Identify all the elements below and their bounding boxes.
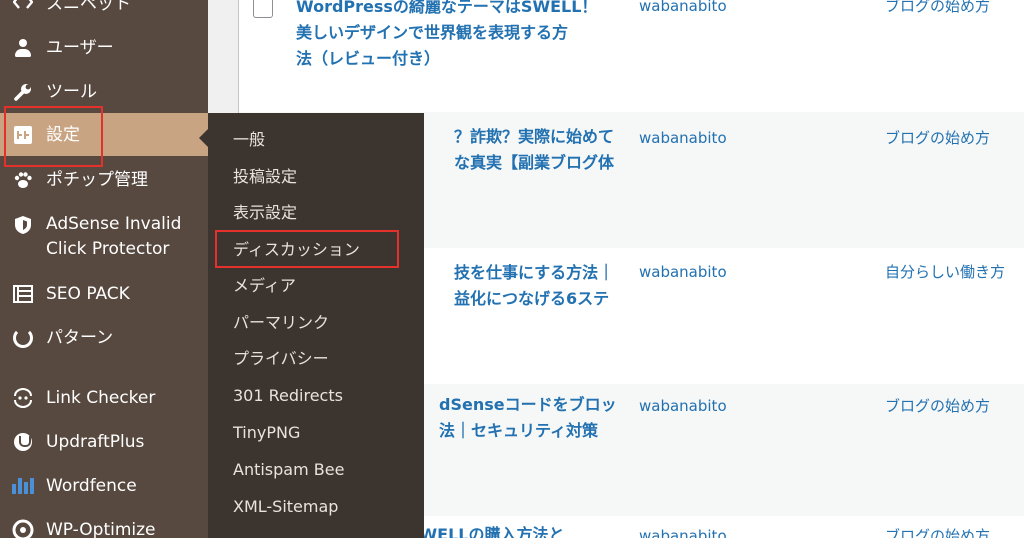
list-icon	[12, 283, 34, 305]
post-author-link[interactable]: wabanabito	[639, 524, 727, 538]
post-title-link[interactable]: dSenseコードをブロッ 法｜セキュリティ対策	[439, 392, 644, 444]
submenu-item-tinypng[interactable]: TinyPNG	[233, 422, 300, 444]
submenu-item-permalinks[interactable]: パーマリンク	[233, 312, 329, 334]
sidebar-item-wp-optimize[interactable]: WP-Optimize	[0, 514, 208, 538]
submenu-item-writing[interactable]: 投稿設定	[233, 166, 297, 188]
submenu-item-privacy[interactable]: プライバシー	[233, 348, 329, 370]
sidebar-item-label: ツール	[46, 82, 97, 102]
paw-icon	[12, 169, 34, 191]
sidebar-item-pochipp[interactable]: ポチップ管理	[0, 164, 208, 196]
sidebar-item-updraftplus[interactable]: UpdraftPlus	[0, 426, 208, 458]
updraftplus-icon	[12, 431, 34, 453]
sidebar-item-label: ユーザー	[46, 38, 114, 58]
sidebar-item-tools[interactable]: ツール	[0, 76, 208, 108]
sidebar-item-adsense-invalid-click-protector[interactable]: AdSense Invalid Click Protector	[0, 208, 208, 264]
sidebar-item-label: SEO PACK	[46, 284, 130, 304]
sidebar-item-label: UpdraftPlus	[46, 432, 145, 452]
post-author-link[interactable]: wabanabito	[639, 126, 727, 150]
row-checkbox[interactable]	[253, 0, 273, 18]
settings-submenu: 一般 投稿設定 表示設定 ディスカッション メディア パーマリンク プライバシー…	[208, 113, 424, 538]
post-author-link[interactable]: wabanabito	[639, 0, 727, 18]
post-category-link[interactable]: ブログの始め方	[885, 126, 990, 150]
post-title-link[interactable]: 技を仕事にする方法｜ 益化につなげる6ステ	[454, 260, 644, 312]
sidebar-item-label: WP-Optimize	[46, 520, 156, 538]
settings-icon	[12, 124, 34, 146]
admin-sidebar: スニペット ユーザー ツール 設定 ポチップ管理 AdSense Invalid…	[0, 0, 209, 538]
sidebar-item-label: 設定	[46, 125, 80, 145]
sidebar-item-label: AdSense Invalid Click Protector	[46, 214, 182, 259]
post-category-link[interactable]: ブログの始め方	[885, 524, 990, 538]
post-category-link[interactable]: ブログの始め方	[885, 0, 990, 18]
submenu-item-reading[interactable]: 表示設定	[233, 202, 297, 224]
sidebar-item-label: Link Checker	[46, 388, 156, 408]
sidebar-item-settings[interactable]: 設定	[0, 113, 208, 156]
snippet-icon	[12, 0, 34, 13]
post-category-link[interactable]: 自分らしい働き方	[885, 260, 1005, 284]
post-title-link[interactable]: WordPressの綺麗なテーマはSWELL！ 美しいデザインで世界観を表現する…	[296, 0, 616, 72]
sidebar-item-label: パターン	[46, 328, 114, 348]
submenu-item-xml-sitemap[interactable]: XML-Sitemap	[233, 496, 338, 518]
wrench-icon	[12, 81, 34, 103]
shield-icon	[12, 214, 34, 236]
post-author-link[interactable]: wabanabito	[639, 394, 727, 418]
pattern-icon	[12, 327, 34, 349]
post-title-link[interactable]: ？詐欺？実際に始めて な真実【副業ブログ体	[454, 124, 644, 176]
sidebar-item-label: Wordfence	[46, 476, 137, 496]
sidebar-item-snippets[interactable]: スニペット	[0, 0, 208, 20]
wordfence-icon	[12, 475, 34, 497]
user-icon	[12, 37, 34, 59]
sidebar-item-link-checker[interactable]: Link Checker	[0, 382, 208, 414]
table-row: WordPressの綺麗なテーマはSWELL！ 美しいデザインで世界観を表現する…	[239, 0, 1024, 112]
sidebar-item-label: ポチップ管理	[46, 170, 148, 190]
wp-optimize-icon	[12, 519, 34, 538]
submenu-item-discussion[interactable]: ディスカッション	[233, 239, 360, 261]
sidebar-item-seo-pack[interactable]: SEO PACK	[0, 278, 208, 310]
submenu-item-antispam-bee[interactable]: Antispam Bee	[233, 459, 344, 481]
submenu-item-media[interactable]: メディア	[233, 275, 296, 297]
submenu-item-301-redirects[interactable]: 301 Redirects	[233, 385, 343, 407]
sidebar-item-label: スニペット	[46, 0, 131, 14]
post-category-link[interactable]: ブログの始め方	[885, 394, 990, 418]
sidebar-item-wordfence[interactable]: Wordfence	[0, 470, 208, 502]
link-checker-icon	[12, 387, 34, 409]
submenu-item-general[interactable]: 一般	[233, 129, 265, 151]
post-author-link[interactable]: wabanabito	[639, 260, 727, 284]
sidebar-item-patterns[interactable]: パターン	[0, 322, 208, 354]
sidebar-item-users[interactable]: ユーザー	[0, 32, 208, 64]
